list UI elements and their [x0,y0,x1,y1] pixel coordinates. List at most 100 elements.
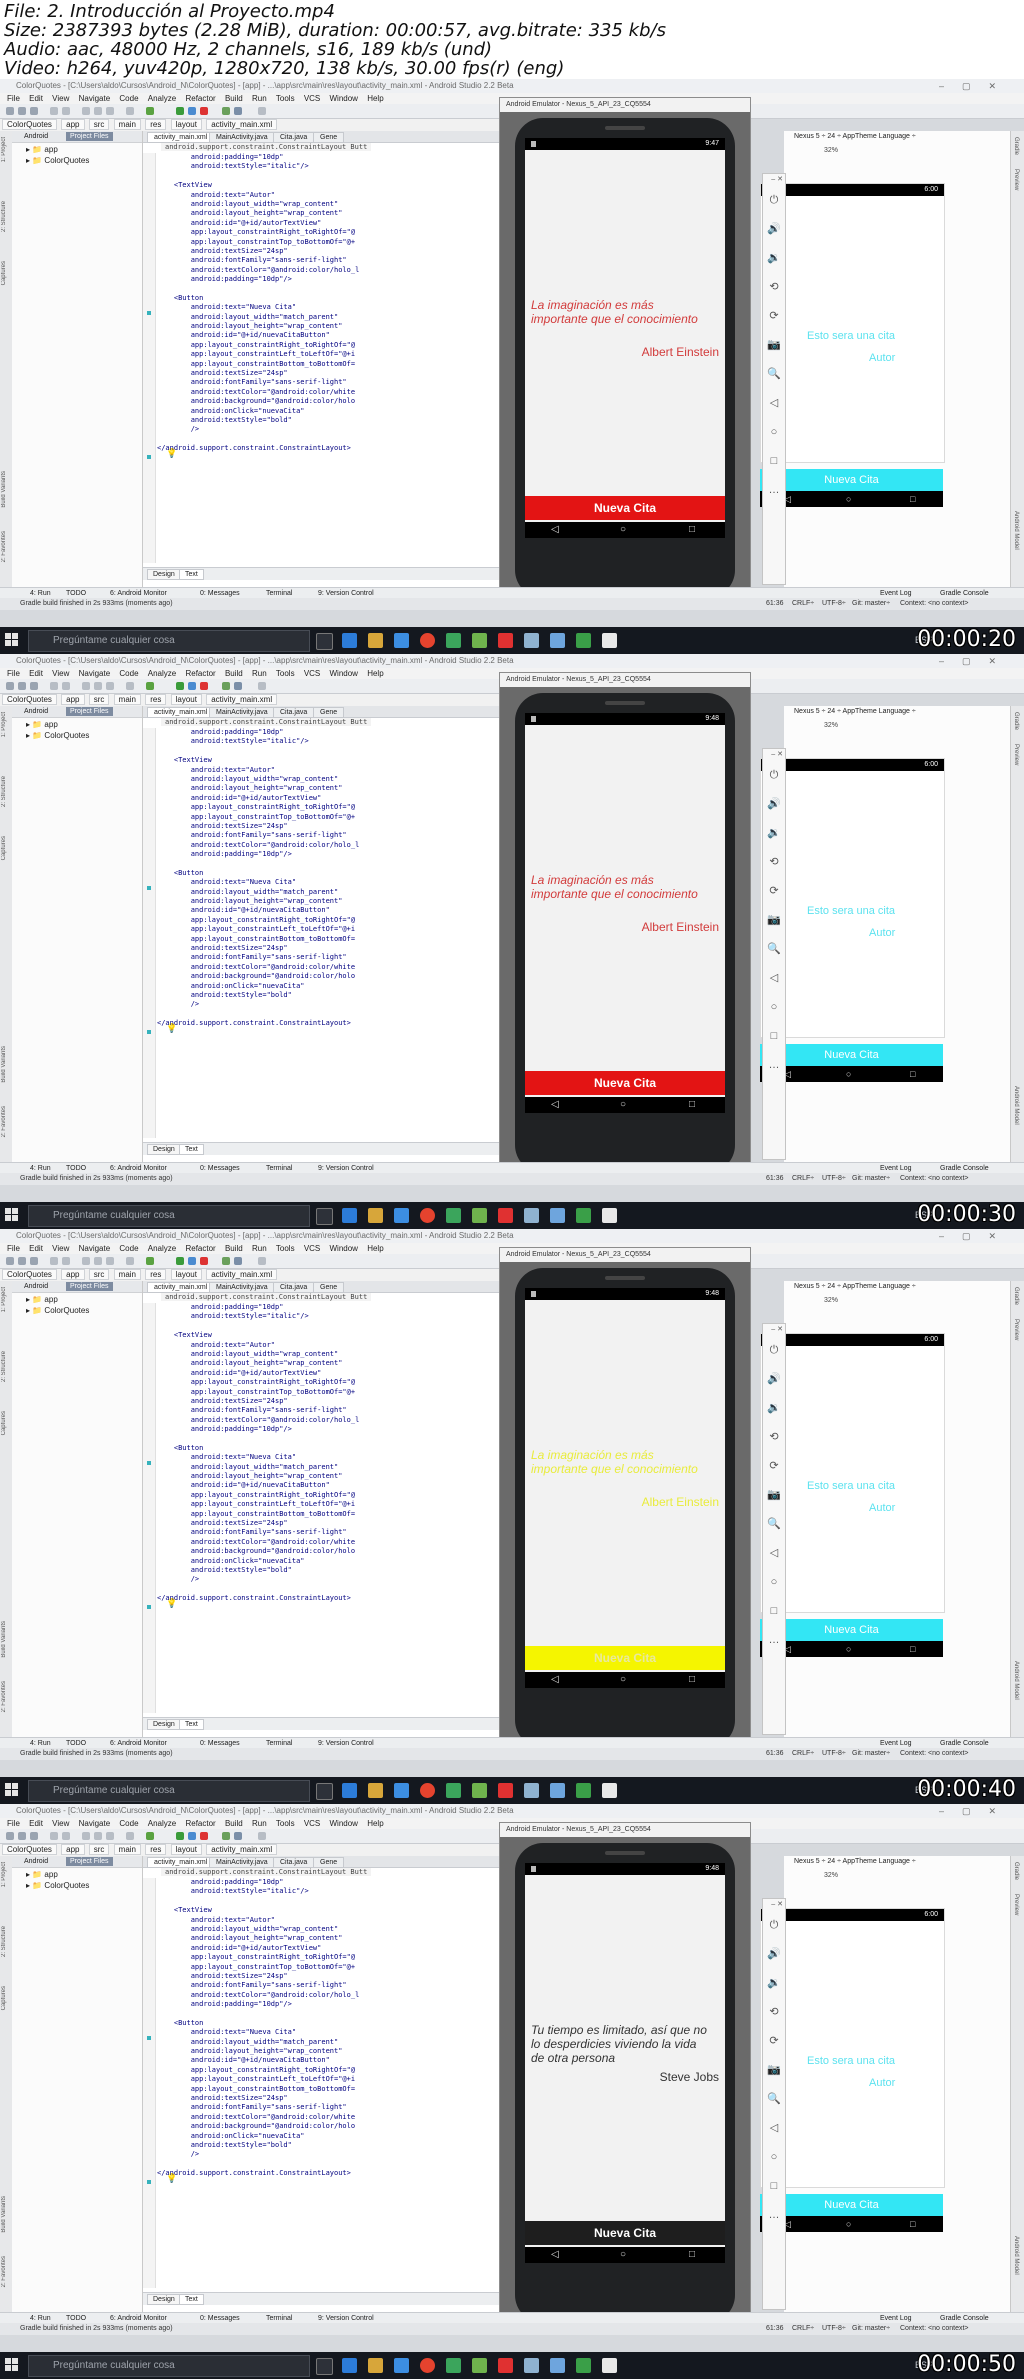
breadcrumb-item[interactable]: res [145,1269,167,1280]
zoom-icon[interactable]: 🔍 [763,2085,785,2114]
tree-node-colorquotes[interactable]: ▸ 📁 ColorQuotes [26,1881,89,1890]
sync-icon[interactable] [30,1257,38,1265]
git-branch[interactable]: Git: master÷ [852,1748,890,1760]
undo-icon[interactable] [50,1832,58,1840]
help-icon[interactable] [258,682,266,690]
tab-activity-main[interactable]: activity_main.xml [147,1857,215,1868]
window-controls[interactable]: –▢✕ [939,1804,1014,1818]
menu-item[interactable]: View [52,1819,69,1828]
sdk-manager-icon[interactable] [234,107,242,115]
rotate-left-icon[interactable]: ⟲ [763,1998,785,2027]
save-icon[interactable] [18,107,26,115]
volume-down-icon[interactable]: 🔉 [763,1969,785,1998]
zoom-level[interactable]: 32% [824,1872,838,1879]
android-studio-icon[interactable] [446,1208,461,1223]
tree-node-colorquotes[interactable]: ▸ 📁 ColorQuotes [26,731,89,740]
more-icon[interactable]: … [763,476,785,505]
rotate-right-icon[interactable]: ⟳ [763,877,785,906]
menu-item[interactable]: Code [119,94,138,103]
captures-tool-tab[interactable]: Captures [1,836,7,860]
volume-down-icon[interactable]: 🔉 [763,819,785,848]
caret-position[interactable]: 61:36 [766,1748,784,1760]
power-icon[interactable]: ⏻ [763,186,785,215]
tab-gene[interactable]: Gene [313,1857,345,1868]
menu-item[interactable]: Edit [29,1819,43,1828]
app-icon[interactable] [524,1783,539,1798]
menu-item[interactable]: Tools [276,1244,295,1253]
menu-item[interactable]: Run [252,94,267,103]
back-icon[interactable]: ◁ [763,389,785,418]
app-icon[interactable] [524,633,539,648]
recents-icon[interactable]: □ [689,1097,695,1113]
tab-cita[interactable]: Cita.java [273,132,315,143]
favorites-tool-tab[interactable]: 2: Favorites [1,1106,7,1137]
menu-item[interactable]: Window [330,1244,358,1253]
home-icon[interactable]: ○ [763,993,785,1022]
build-variants-tool-tab[interactable]: Build Variants [1,1046,7,1083]
preview-tool-tab[interactable]: Preview [1013,169,1019,190]
power-icon[interactable]: ⏻ [763,1336,785,1365]
app-icon[interactable] [550,1783,565,1798]
emulator-title-bar[interactable]: Android Emulator - Nexus_5_API_23_CQ5554 [500,1823,750,1837]
tab-main-activity[interactable]: MainActivity.java [209,132,275,143]
find-icon[interactable] [126,682,134,690]
zoom-icon[interactable]: 🔍 [763,360,785,389]
home-icon[interactable]: ○ [763,2143,785,2172]
app-icon[interactable] [498,1783,513,1798]
android-model-tool-tab[interactable]: Android Model [1013,511,1019,550]
preview-toolbar[interactable]: Nexus 5 ÷ 24 ÷ AppTheme Language ÷ [794,133,916,140]
cut-icon[interactable] [82,1832,90,1840]
menu-item[interactable]: Build [225,669,243,678]
run-icon[interactable] [176,1257,184,1265]
menu-item[interactable]: Window [330,1819,358,1828]
breadcrumb-item[interactable]: res [145,1844,167,1855]
breadcrumb-item[interactable]: layout [170,1269,202,1280]
project-view-files[interactable]: Project Files [66,707,113,716]
windows-start-icon[interactable] [5,633,19,647]
line-separator[interactable]: CRLF÷ [792,598,814,610]
structure-tool-tab[interactable]: 2: Structure [1,776,7,807]
close-icon[interactable]: – ✕ [763,174,785,186]
code-text[interactable]: android:padding="10dp" android:textStyle… [157,1303,359,1604]
breadcrumb-item[interactable]: ColorQuotes [2,694,57,705]
cut-icon[interactable] [82,682,90,690]
back-icon[interactable]: ◁ [551,522,559,538]
back-icon[interactable]: ◁ [763,1539,785,1568]
sdk-manager-icon[interactable] [234,682,242,690]
app-icon[interactable] [550,633,565,648]
menu-item[interactable]: Navigate [79,1819,111,1828]
stop-icon[interactable] [200,1257,208,1265]
stop-icon[interactable] [200,107,208,115]
android-studio-icon[interactable] [446,1783,461,1798]
taskbar-search-input[interactable]: Pregúntame cualquier cosa [28,630,310,652]
back-icon[interactable]: ◁ [763,964,785,993]
run-icon[interactable] [176,1832,184,1840]
code-text[interactable]: android:padding="10dp" android:textStyle… [157,1878,359,2179]
tab-activity-main[interactable]: activity_main.xml [147,132,215,143]
menu-item[interactable]: Code [119,1819,138,1828]
menu-item[interactable]: Code [119,1244,138,1253]
breadcrumb-item[interactable]: src [88,119,110,130]
sdk-manager-icon[interactable] [234,1257,242,1265]
line-separator[interactable]: CRLF÷ [792,1748,814,1760]
sync-icon[interactable] [30,1832,38,1840]
tab-text[interactable]: Text [179,569,204,580]
zoom-level[interactable]: 32% [824,722,838,729]
build-icon[interactable] [146,682,154,690]
zoom-level[interactable]: 32% [824,1297,838,1304]
edge-icon[interactable] [342,2358,357,2373]
code-text[interactable]: android:padding="10dp" android:textStyle… [157,153,359,454]
file-explorer-icon[interactable] [368,2358,383,2373]
breadcrumb-item[interactable]: activity_main.xml [206,1844,278,1855]
captures-tool-tab[interactable]: Captures [1,261,7,285]
breadcrumb-item[interactable]: ColorQuotes [2,119,57,130]
tab-text[interactable]: Text [179,2294,204,2305]
volume-down-icon[interactable]: 🔉 [763,244,785,273]
project-tool-tab[interactable]: 1: Project [1,137,7,162]
structure-tool-tab[interactable]: 2: Structure [1,1351,7,1382]
project-view-android[interactable]: Android [20,1857,52,1866]
new-quote-button[interactable]: Nueva Cita [525,496,725,520]
gradle-tool-tab[interactable]: Gradle [1013,1287,1019,1305]
tab-cita[interactable]: Cita.java [273,1282,315,1293]
app-icon[interactable] [602,2358,617,2373]
